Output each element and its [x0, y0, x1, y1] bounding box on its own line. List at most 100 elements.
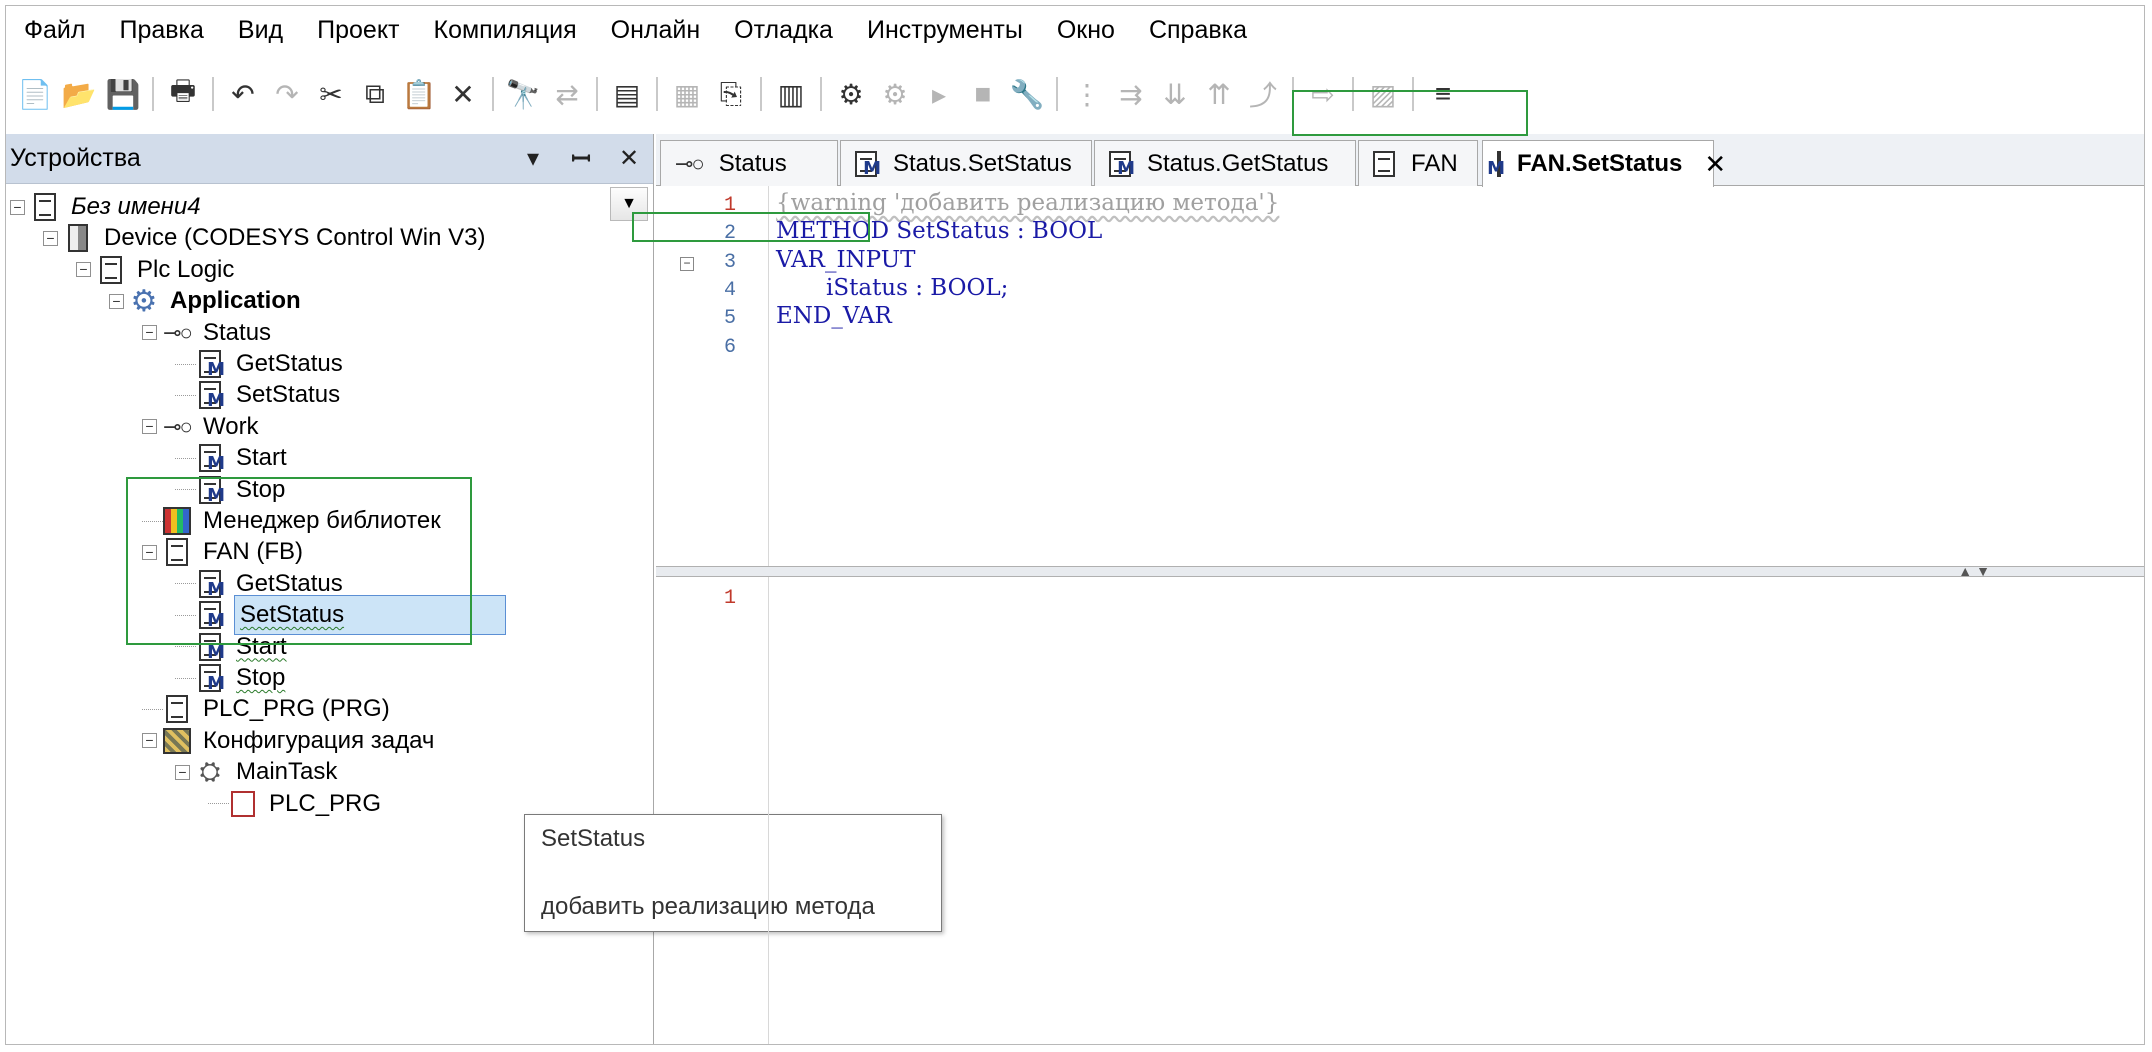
menu-item[interactable]: Инструменты — [867, 16, 1023, 45]
delete-button[interactable]: ✕ — [444, 74, 482, 114]
tree-node-label: Конфигурация задач — [203, 726, 435, 754]
tree-node-label: MainTask — [236, 758, 338, 786]
start-button[interactable]: ▸ — [920, 74, 958, 114]
cut-button[interactable]: ✂ — [312, 74, 350, 114]
add-object-button[interactable]: ▦ — [668, 74, 706, 114]
menu-item[interactable]: Окно — [1057, 16, 1115, 45]
find-button[interactable]: 🔭 — [504, 74, 542, 114]
step-into-button[interactable]: ⇊ — [1156, 74, 1194, 114]
select-all-button[interactable]: ▤ — [608, 74, 646, 114]
print-button[interactable]: 🖶 — [164, 74, 202, 114]
tab-status-getstatus[interactable]: M Status.GetStatus — [1094, 140, 1356, 186]
collapse-icon[interactable]: − — [142, 325, 157, 341]
collapse-icon[interactable]: − — [142, 544, 157, 560]
paste-button[interactable]: 📋 — [400, 74, 438, 114]
show-next-button[interactable]: ⇨ — [1304, 74, 1342, 114]
fold-icon[interactable]: − — [680, 256, 694, 271]
tab-label: FAN.SetStatus — [1517, 150, 1683, 177]
collapse-icon[interactable]: − — [10, 199, 25, 215]
collapse-icon[interactable]: − — [142, 419, 157, 435]
collapse-icon[interactable]: − — [43, 230, 58, 246]
build-button[interactable]: ▥ — [772, 74, 810, 114]
redo-button[interactable]: ↷ — [268, 74, 306, 114]
tree-node-label-wrap: Start — [234, 633, 289, 661]
editor-area: ⊸○ Status M Status.SetStatus M Status.GetStat… — [656, 134, 2144, 1044]
declaration-editor[interactable]: 1 {warning 'добавить реализацию метода'} 2… — [656, 186, 2144, 567]
method-prototype-icon: M — [855, 150, 881, 179]
step-out-button[interactable]: ⇈ — [1200, 74, 1238, 114]
menu-item[interactable]: Онлайн — [611, 16, 701, 45]
stop-button[interactable]: ■ — [964, 74, 1002, 114]
tab-label: Status.GetStatus — [1147, 149, 1329, 177]
m-badge: M — [863, 157, 881, 179]
tree-node-label: PLC_PRG (PRG) — [203, 695, 390, 723]
line-number: 1 — [723, 587, 736, 610]
pou-icon — [1373, 150, 1395, 177]
tree-connector — [208, 803, 229, 805]
method-prototype-icon: M — [1109, 150, 1135, 179]
force-values-button[interactable]: ▨ — [1364, 74, 1402, 114]
code-line[interactable]: END_VAR — [776, 297, 892, 335]
menu-item[interactable]: Вид — [238, 16, 283, 45]
implementation-editor[interactable]: 1 — [656, 577, 2144, 1044]
tree-node-label: Start — [236, 632, 287, 660]
tree-node-label: Stop — [236, 475, 286, 503]
replace-button[interactable]: ⇄ — [548, 74, 586, 114]
menu-bar: Файл Правка Вид Проект Компиляция Онлайн Отлад… — [6, 6, 2144, 54]
tree-node-label: PLC_PRG — [269, 789, 382, 817]
menu-item[interactable]: Справка — [1149, 16, 1247, 45]
copy-icon: ⧉ — [365, 77, 385, 109]
tab-status-setstatus[interactable]: M Status.SetStatus — [840, 140, 1092, 186]
tree-connector — [175, 646, 196, 648]
menu-item[interactable]: Правка — [119, 16, 203, 45]
tab-fan-setstatus[interactable]: M FAN.SetStatus ✕ — [1482, 140, 1726, 187]
tree-connector — [142, 520, 163, 522]
program-call-icon — [229, 789, 257, 819]
breakpoint-button[interactable]: ⋮ — [1068, 74, 1106, 114]
pin-icon[interactable]: ꟷ — [557, 142, 605, 175]
close-panel-icon[interactable]: ✕ — [605, 144, 653, 173]
login-button[interactable]: ⚙ — [832, 74, 870, 114]
run-to-cursor-button[interactable]: ⤴ — [1244, 74, 1282, 114]
toolbar-separator — [760, 77, 762, 111]
insert-button[interactable]: ⎘ — [712, 74, 750, 114]
logout-icon: ⚙ — [882, 78, 908, 110]
collapse-icon[interactable]: − — [175, 764, 190, 780]
add-object-icon: ▦ — [673, 78, 701, 110]
collapse-icon[interactable]: − — [109, 293, 124, 309]
logout-button[interactable]: ⚙ — [876, 74, 914, 114]
write-values-button[interactable]: ≡ — [1424, 74, 1462, 114]
menu-item[interactable]: Компиляция — [434, 16, 577, 45]
editor-splitter[interactable]: ▲▼ — [656, 563, 2144, 579]
toolbar: 📄 📂 💾 🖶 ↶ ↷ ✂ ⧉ 📋 ✕ 🔭 ⇄ ▤ ▦ ⎘ ▥ ⚙ ⚙ ▸ ■ 🔧 ⋮ ⇉ ⇊ ⇈ ⤴ ⇨ ▨ ≡ — [6, 64, 2144, 124]
tree-node-label: Stop — [236, 664, 286, 691]
save-icon: 💾 — [105, 78, 141, 110]
undo-button[interactable]: ↶ — [224, 74, 262, 114]
new-project-button[interactable]: 📄 — [16, 74, 54, 114]
undo-icon: ↶ — [231, 78, 255, 110]
save-button[interactable]: 💾 — [104, 74, 142, 114]
tree-node-task-plc-prg[interactable]: PLC_PRG — [208, 784, 383, 824]
collapse-icon[interactable]: − — [76, 262, 91, 278]
toolbar-separator — [492, 77, 494, 111]
copy-button[interactable]: ⧉ — [356, 74, 394, 114]
toolbar-separator — [1412, 77, 1414, 111]
reset-button[interactable]: 🔧 — [1008, 74, 1046, 114]
tree-connector — [175, 363, 196, 365]
tab-status[interactable]: ⊸○ Status — [660, 140, 838, 186]
tree-node-label: Work — [203, 412, 259, 440]
write-values-icon: ≡ — [1434, 78, 1452, 109]
toolbar-separator — [212, 77, 214, 111]
open-project-button[interactable]: 📂 — [60, 74, 98, 114]
tab-fan[interactable]: FAN — [1358, 140, 1478, 186]
interface-icon: ⊸○ — [675, 150, 705, 176]
collapse-icon[interactable]: − — [142, 733, 157, 749]
close-tab-icon[interactable]: ✕ — [1704, 149, 1726, 180]
menu-item[interactable]: Отладка — [734, 16, 833, 45]
menu-item[interactable]: Файл — [24, 16, 85, 45]
step-over-button[interactable]: ⇉ — [1112, 74, 1150, 114]
menu-item[interactable]: Проект — [317, 16, 399, 45]
step-out-icon: ⇈ — [1207, 78, 1231, 110]
run-to-cursor-icon: ⤴ — [1248, 80, 1277, 111]
panel-menu-icon[interactable]: ▾ — [509, 144, 557, 173]
